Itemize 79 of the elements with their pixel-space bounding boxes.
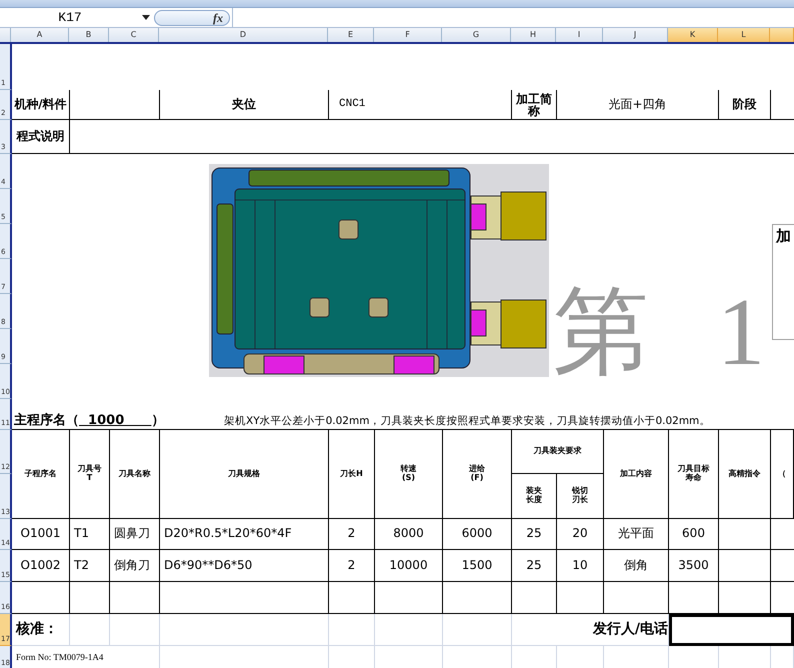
table-cell: 光面+四角 (557, 90, 719, 120)
table-cell: 3500 (669, 550, 719, 582)
column-heading: 刀具目标寿命 (669, 430, 719, 519)
table-cell: 1500 (443, 550, 512, 582)
empty-cell (329, 614, 375, 646)
column-header[interactable]: B (69, 28, 109, 42)
table-cell: 10 (557, 550, 604, 582)
empty-cell (719, 550, 771, 582)
table-cell: D6*90**D6*50 (160, 550, 329, 582)
column-header[interactable]: G (442, 28, 511, 42)
note-text: 架机XY水平公差小于0.02mm，刀具装夹长度按照程式单要求安装，刀具旋转摆动值小于0.02mm。 (224, 414, 710, 428)
table-cell: 机种/料件 (12, 90, 70, 120)
empty-cell (443, 582, 512, 614)
column-header[interactable]: K (668, 28, 718, 42)
table-cell: 加工简称 (512, 90, 557, 120)
column-heading: 装夹长度 (512, 474, 557, 519)
column-header[interactable]: A (11, 28, 69, 42)
column-heading: 锐切刃长 (557, 474, 604, 519)
table-cell: 倒角 (604, 550, 669, 582)
column-heading: 刀长H (329, 430, 375, 519)
column-heading: 刀具号 T (70, 430, 110, 519)
table-cell: 6000 (443, 519, 512, 550)
table-cell: T1 (70, 519, 110, 550)
column-heading: 转速 (S) (375, 430, 443, 519)
column-heading: 刀具装夹要求 (512, 430, 604, 474)
table-cell: D20*R0.5*L20*60*4F (160, 519, 329, 550)
column-heading: （ (771, 430, 794, 519)
popup-title: 加 (776, 227, 791, 245)
empty-cell (669, 582, 719, 614)
empty-cell (375, 614, 443, 646)
table-cell: 10000 (375, 550, 443, 582)
caret-icon[interactable] (142, 15, 150, 20)
column-header[interactable]: C (109, 28, 159, 42)
table-cell: T2 (70, 550, 110, 582)
table-cell: 25 (512, 550, 557, 582)
column-heading: 加工内容 (604, 430, 669, 519)
name-box[interactable]: K17 (0, 10, 140, 25)
empty-cell (375, 582, 443, 614)
table-cell: 600 (669, 519, 719, 550)
empty-cell (719, 582, 771, 614)
table-cell: O1001 (12, 519, 70, 550)
table-cell: O1002 (12, 550, 70, 582)
table-cell: 20 (557, 519, 604, 550)
column-heading: 刀具规格 (160, 430, 329, 519)
page-number-watermark: 第 1 (553, 284, 787, 380)
empty-cell (512, 582, 557, 614)
column-heading: 子程序名 (12, 430, 70, 519)
table-cell: 阶段 (719, 90, 771, 120)
table-cell: 夹位 (160, 90, 329, 120)
table-cell: 圆鼻刀 (110, 519, 160, 550)
empty-cell (70, 582, 110, 614)
table-cell: 程式说明 (12, 120, 70, 154)
column-header[interactable]: L (718, 28, 770, 42)
empty-cell (557, 582, 604, 614)
empty-cell (604, 582, 669, 614)
column-header[interactable]: D (159, 28, 328, 42)
column-header[interactable]: I (556, 28, 603, 42)
table-cell: CNC1 (339, 98, 366, 111)
column-heading: 进给 (F) (443, 430, 512, 519)
column-heading: 高精指令 (719, 430, 771, 519)
empty-cell (110, 582, 160, 614)
column-header[interactable] (770, 28, 794, 42)
table-cell: 倒角刀 (110, 550, 160, 582)
table-cell: 25 (512, 519, 557, 550)
column-header[interactable]: H (511, 28, 556, 42)
column-header[interactable]: F (374, 28, 442, 42)
table-cell: 8000 (375, 519, 443, 550)
selected-cell[interactable] (669, 614, 794, 646)
table-cell: 光平面 (604, 519, 669, 550)
insert-function-button[interactable]: fx (154, 10, 230, 26)
table-cell: 2 (329, 550, 375, 582)
empty-cell (719, 519, 771, 550)
form-number: Form No: TM0079-1A4 (16, 652, 104, 662)
main-program-name: 主程序名（ 1000 ） (14, 414, 164, 428)
issuer-label: 发行人/电话 (592, 622, 668, 638)
empty-cell (329, 582, 375, 614)
approve-label: 核准： (16, 622, 58, 638)
table-cell: 2 (329, 519, 375, 550)
column-header[interactable]: E (328, 28, 374, 42)
